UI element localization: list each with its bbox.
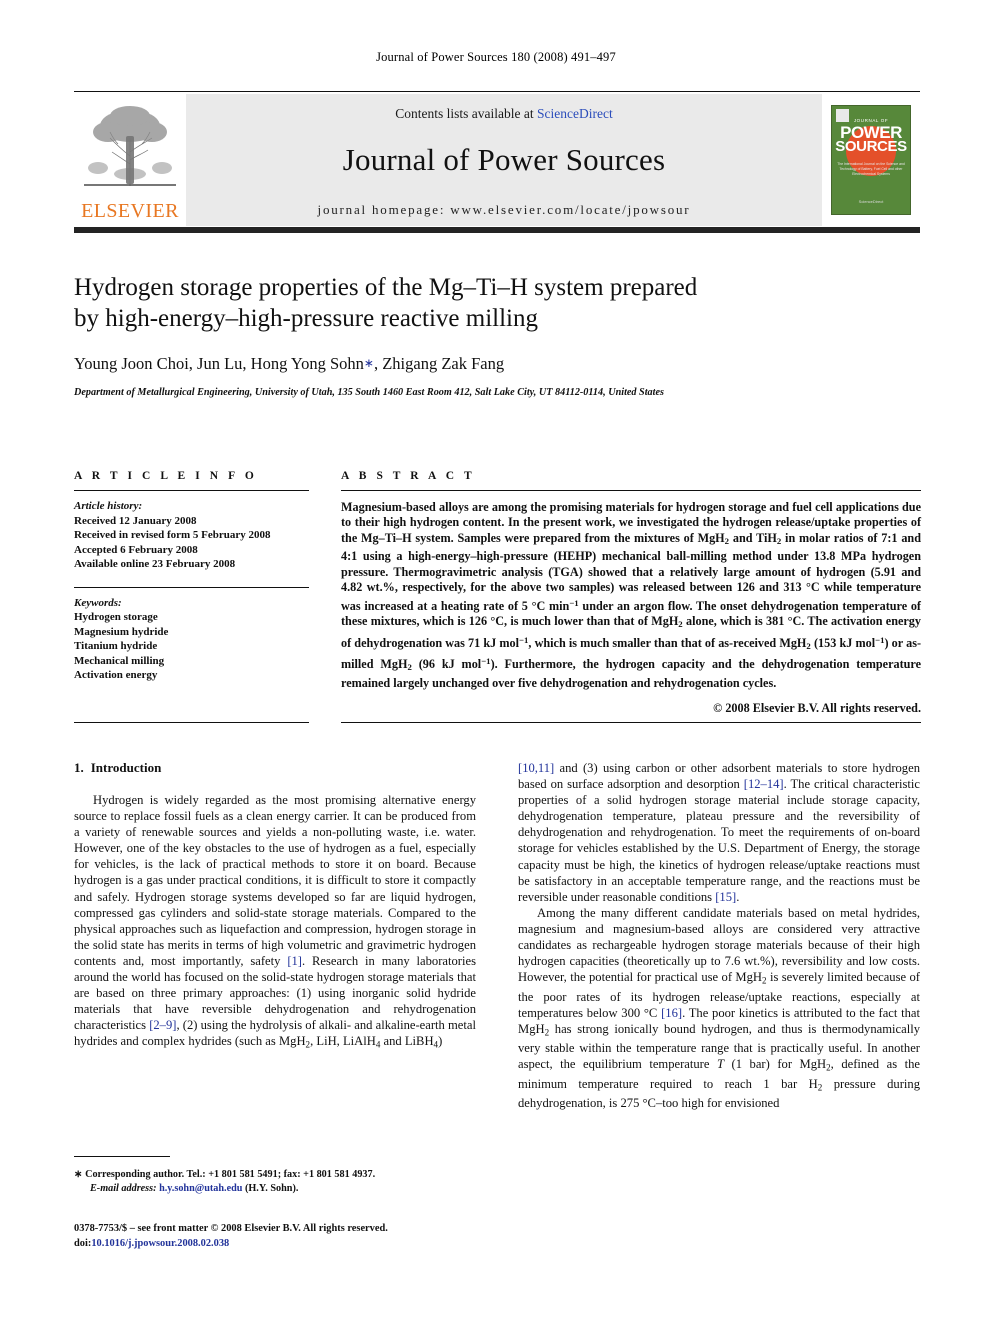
issn-copyright-line: 0378-7753/$ – see front matter © 2008 El… (74, 1223, 388, 1234)
article-history-item: Received in revised form 5 February 2008 (74, 529, 271, 541)
corresponding-author-marker: ∗ (363, 356, 374, 370)
elsevier-wordmark: ELSEVIER (81, 200, 179, 222)
article-info-heading: A R T I C L E I N F O (74, 470, 258, 482)
masthead-bottom-bar (74, 227, 920, 233)
contents-prefix: Contents lists available at (395, 106, 537, 121)
citation-reference[interactable]: [16] (661, 1006, 682, 1020)
article-history-item: Available online 23 February 2008 (74, 558, 236, 570)
keywords-rule (74, 586, 309, 588)
doi-line: doi:10.1016/j.jpowsour.2008.02.038 (74, 1237, 574, 1252)
body-column-right: [10,11] and (3) using carbon or other ad… (518, 760, 920, 1111)
paragraph: [10,11] and (3) using carbon or other ad… (518, 761, 921, 904)
authors-rest: , Zhigang Zak Fang (373, 354, 505, 373)
abstract-heading: A B S T R A C T (341, 470, 476, 482)
journal-masthead: ELSEVIER Contents lists available at Sci… (74, 91, 920, 228)
cover-subtitle: The International Journal on the Science… (837, 162, 905, 176)
keyword-item: Titanium hydride (74, 640, 158, 652)
article-history-block: Article history: Received 12 January 200… (74, 499, 309, 572)
section-heading-introduction: 1. Introduction (74, 760, 476, 776)
keyword-item: Magnesium hydride (74, 625, 169, 638)
authors-main: Young Joon Choi, Jun Lu, Hong Yong Sohn (74, 354, 364, 373)
citation-reference[interactable]: [2–9] (149, 1018, 176, 1032)
cover-sciencedirect-badge: ScienceDirect (858, 199, 884, 204)
body-column-left: 1. Introduction Hydrogen is widely regard… (74, 760, 476, 1053)
article-info-rule (74, 490, 309, 491)
paragraph: Among the many different candidate mater… (518, 905, 921, 1110)
keyword-item: Activation energy (74, 669, 158, 681)
contents-available-line: Contents lists available at ScienceDirec… (395, 106, 612, 122)
abstract-text: Magnesium-based alloys are among the pro… (341, 500, 922, 690)
abstract-copyright: © 2008 Elsevier B.V. All rights reserved… (713, 701, 921, 716)
citation-reference[interactable]: [12–14] (744, 777, 784, 791)
keywords-block: Keywords: Hydrogen storage Magnesium hyd… (74, 596, 309, 683)
section-title: Introduction (90, 760, 162, 775)
citation-reference[interactable]: [1] (287, 954, 302, 968)
citation-reference[interactable]: [10,11] (518, 761, 554, 775)
article-info-column: A R T I C L E I N F O Article history: R… (74, 470, 309, 683)
article-history-item: Received 12 January 2008 (74, 514, 197, 527)
abstract-column: A B S T R A C T Magnesium-based alloys a… (341, 470, 921, 716)
citation-reference[interactable]: [15] (715, 890, 736, 904)
page-title: Hydrogen storage properties of the Mg–Ti… (74, 274, 698, 332)
affiliation: Department of Metallurgical Engineering,… (74, 387, 664, 398)
keyword-item: Mechanical milling (74, 654, 165, 667)
footnote-corresponding-author: ∗ Corresponding author. Tel.: +1 801 581… (74, 1169, 376, 1180)
footnote-email-label: E-mail address: (90, 1183, 157, 1194)
keywords-label: Keywords: (74, 596, 122, 609)
elsevier-logo: ELSEVIER (74, 94, 186, 226)
bottom-matter: 0378-7753/$ – see front matter © 2008 El… (74, 1222, 574, 1251)
doi-link[interactable]: 10.1016/j.jpowsour.2008.02.038 (91, 1238, 229, 1249)
journal-cover-thumbnail: JOURNAL OF POWER SOURCES The Internation… (822, 94, 920, 226)
journal-title: Journal of Power Sources (342, 142, 666, 177)
paper-page: Journal of Power Sources 180 (2008) 491–… (0, 0, 992, 1323)
doi-label: doi: (74, 1237, 92, 1249)
elsevier-tree-icon (84, 106, 176, 186)
footnote-email-link[interactable]: h.y.sohn@utah.edu (159, 1183, 242, 1194)
keyword-item: Hydrogen storage (74, 611, 158, 623)
cover-sources-label: SOURCES (835, 138, 907, 155)
journal-homepage-line[interactable]: journal homepage: www.elsevier.com/locat… (318, 202, 691, 218)
footnote-email-suffix: (H.Y. Sohn). (242, 1183, 299, 1194)
journal-band: Contents lists available at ScienceDirec… (186, 94, 822, 226)
author-list: Young Joon Choi, Jun Lu, Hong Yong Sohn∗… (74, 354, 724, 374)
footnote-email-line: E-mail address: h.y.sohn@utah.edu (H.Y. … (74, 1182, 476, 1196)
article-history-label: Article history: (74, 500, 143, 512)
title-block: Hydrogen storage properties of the Mg–Ti… (74, 272, 724, 400)
article-history-item: Accepted 6 February 2008 (74, 543, 198, 556)
section-number: 1. (74, 760, 84, 775)
sciencedirect-link[interactable]: ScienceDirect (537, 106, 613, 121)
abstract-bottom-rule (341, 722, 921, 723)
abstract-rule (341, 490, 921, 491)
footnote-block: ∗ Corresponding author. Tel.: +1 801 581… (74, 1168, 476, 1196)
running-head: Journal of Power Sources 180 (2008) 491–… (376, 50, 616, 64)
journal-cover-image: JOURNAL OF POWER SOURCES The Internation… (831, 105, 911, 215)
footnote-rule (74, 1156, 170, 1157)
paragraph: Hydrogen is widely regarded as the most … (74, 793, 476, 1050)
article-info-bottom-rule (74, 722, 309, 723)
